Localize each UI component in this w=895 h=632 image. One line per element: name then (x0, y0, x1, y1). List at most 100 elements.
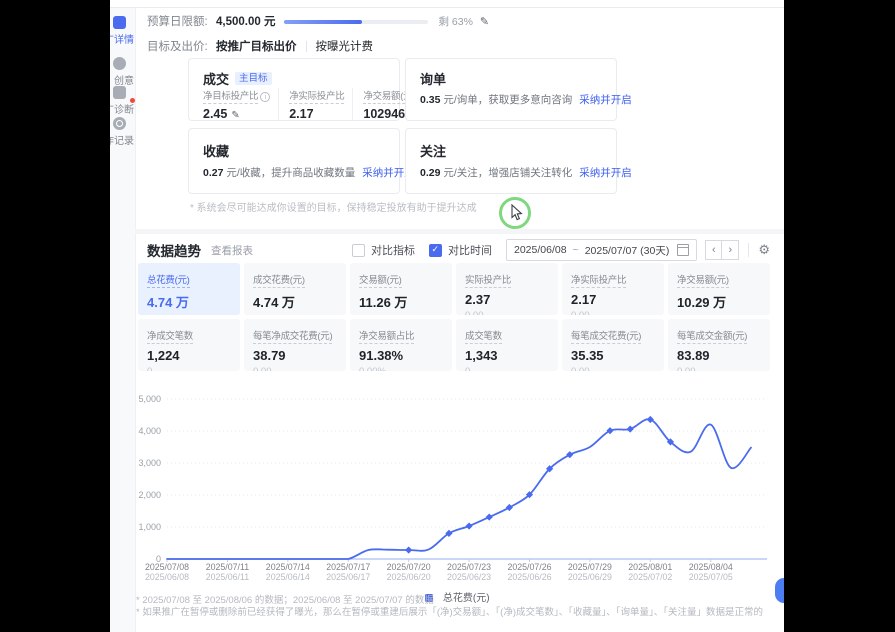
sidebar-item-4[interactable]: 操作记录 (110, 117, 135, 147)
trend-header: 数据趋势 查看报表 对比指标 对比时间 2025/06/08 ~ 2025/07… (147, 239, 770, 261)
stat-card-4[interactable]: 实际投产比2.370.00 (456, 263, 558, 315)
stat-label: 实际投产比 (465, 272, 511, 288)
sidebar-item-1[interactable]: 推广详情 (110, 16, 135, 46)
history-icon (113, 117, 126, 130)
date-range-end: 2025/07/07 (30天) (585, 243, 670, 258)
stat-card-6[interactable]: 净交易额(元) 10.29 万 0.00 (668, 263, 770, 315)
stat-label: 净交易额占比 (359, 328, 414, 344)
prev-period-button[interactable]: ‹ (705, 240, 722, 260)
stat-compare-value: 0.00 (147, 314, 231, 315)
goal-card-inquiry: 询单0.35 元/询单，获取更多意向咨询采纳并开启 (405, 58, 617, 121)
stat-compare-value: 0.00% (359, 366, 443, 371)
date-range-separator: ~ (573, 244, 579, 256)
stat-label: 每笔成交金额(元) (677, 328, 747, 344)
mouse-cursor-icon (511, 204, 523, 221)
total-cost-series-line (167, 419, 751, 559)
budget-edit-icon[interactable]: ✎ (480, 15, 489, 28)
goal-card-favorite-description: 0.27 元/收藏，提升商品收藏数量采纳并开启 (203, 165, 415, 180)
goal-card-follow-adopt-link[interactable]: 采纳并开启 (579, 167, 632, 179)
data-point-marker (627, 425, 634, 432)
budget-row: 预算日限额: 4,500.00 元 剩 63% ✎ (147, 13, 489, 29)
metric-cards-grid: 总花费(元)4.74 万0.00成交花费(元)4.74 万0.00交易额(元)1… (138, 263, 770, 371)
compare-metric-checkbox[interactable] (352, 244, 365, 257)
stat-card-8[interactable]: 每笔净成交花费(元)38.790.00 (244, 319, 346, 371)
sidebar-item-3[interactable]: 推广诊断 (110, 86, 135, 116)
sidebar-item-2[interactable]: 创意 (110, 57, 135, 87)
view-report-link[interactable]: 查看报表 (211, 243, 253, 258)
stat-card-9[interactable]: 净交易额占比91.38%0.00% (350, 319, 452, 371)
sidebar-item-label: 创意 (114, 72, 134, 87)
y-axis-label: 3,000 (138, 458, 161, 468)
calendar-icon (677, 244, 689, 256)
header-divider (748, 243, 749, 257)
stat-compare-value: 0.00 (677, 366, 761, 371)
bidding-option-impression[interactable]: 按曝光计费 (316, 38, 374, 54)
edit-metric-icon[interactable]: ✎ (231, 110, 239, 121)
data-point-marker (486, 513, 493, 520)
sidebar-nav: 推广详情创意推广诊断操作记录 (110, 8, 136, 632)
goal-card-inquiry-price: 0.35 (420, 94, 443, 106)
stat-value: 35.35 (571, 348, 655, 363)
x-axis-label-compare: 2025/07/02 (628, 572, 672, 582)
stat-compare-value: 0.00 (253, 314, 337, 315)
goal-card-deal-header: 成交 主目标 (203, 69, 272, 88)
stat-card-10[interactable]: 成交笔数1,3430 (456, 319, 558, 371)
stat-label: 净交易额(元) (677, 272, 729, 288)
x-axis-label-compare: 2025/06/11 (206, 572, 249, 582)
budget-value: 4,500.00 元 (216, 13, 275, 29)
stat-card-12[interactable]: 每笔成交金额(元)83.890.00 (668, 319, 770, 371)
stat-label: 净实际投产比 (571, 272, 626, 288)
stat-label: 交易额(元) (359, 272, 402, 288)
x-axis-label-current: 2025/07/26 (507, 562, 551, 572)
info-icon[interactable]: i (260, 92, 270, 102)
goal-card-follow-title: 关注 (420, 141, 446, 160)
budget-remaining: 剩 63% (438, 14, 472, 29)
stat-card-1[interactable]: 总花费(元)4.74 万0.00 (138, 263, 240, 315)
stat-card-3[interactable]: 交易额(元)11.26 万0.00 (350, 263, 452, 315)
next-period-button[interactable]: › (722, 240, 739, 260)
stat-value: 1,224 (147, 348, 231, 363)
goal-card-favorite-price: 0.27 (203, 167, 226, 179)
y-axis-label: 5,000 (138, 394, 161, 404)
trend-title: 数据趋势 (147, 240, 201, 260)
stat-compare-value: 0.00 (677, 314, 761, 315)
stat-card-7[interactable]: 净成交笔数 1,224 0 (138, 319, 240, 371)
diagnosis-icon (113, 86, 126, 99)
section-divider (135, 229, 784, 234)
x-axis-label-current: 2025/07/14 (266, 562, 310, 572)
budget-label: 预算日限额: (147, 13, 216, 29)
data-point-marker (566, 451, 573, 458)
goal-metric-label: 净实际投产比 (289, 91, 344, 104)
floating-action-button[interactable] (775, 578, 784, 603)
bidding-option-goal[interactable]: 按推广目标出价 (216, 38, 297, 54)
goal-metric-value: 2.17 (289, 107, 313, 121)
goal-card-deal-title: 成交 (203, 69, 229, 88)
stat-compare-value: 0 (147, 366, 231, 371)
goal-metric-label: 净目标投产比 (203, 91, 258, 104)
x-axis-label-current: 2025/07/08 (145, 562, 189, 572)
stat-value: 4.74 万 (147, 292, 231, 311)
line-chart-canvas: 01,0002,0003,0004,0005,0002025/07/082025… (135, 388, 780, 584)
x-axis-label-current: 2025/08/04 (689, 562, 733, 572)
stat-card-5[interactable]: 净实际投产比2.170.00 (562, 263, 664, 315)
sidebar-item-label: 推广诊断 (110, 101, 134, 116)
legend-label: 总花费(元) (443, 593, 490, 604)
stat-label: 每笔成交花费(元) (571, 328, 641, 344)
x-axis-label-compare: 2025/06/29 (568, 572, 612, 582)
stat-value: 10.29 万 (677, 292, 761, 311)
stat-label: 每笔净成交花费(元) (253, 328, 332, 344)
date-range-input[interactable]: 2025/06/08 ~ 2025/07/07 (30天) (506, 239, 697, 261)
stat-card-2[interactable]: 成交花费(元)4.74 万0.00 (244, 263, 346, 315)
stat-label: 净成交笔数 (147, 328, 193, 344)
stat-compare-value: 0.00 (253, 366, 337, 371)
trend-chart: 01,0002,0003,0004,0005,0002025/07/082025… (135, 388, 780, 603)
x-axis-label-compare: 2025/06/26 (507, 572, 551, 582)
compare-time-label: 对比时间 (448, 242, 492, 258)
stat-value: 4.74 万 (253, 292, 337, 311)
goal-card-deal: 成交 主目标 净目标投产比i2.45✎净实际投产比2.17净交易额(元)1029… (188, 58, 400, 121)
goal-card-follow: 关注0.29 元/关注，增强店铺关注转化采纳并开启 (405, 128, 617, 194)
settings-gear-icon[interactable]: ⚙ (758, 242, 770, 258)
goal-card-inquiry-adopt-link[interactable]: 采纳并开启 (579, 94, 632, 106)
stat-card-11[interactable]: 每笔成交花费(元)35.350.00 (562, 319, 664, 371)
compare-time-checkbox[interactable] (429, 244, 442, 257)
